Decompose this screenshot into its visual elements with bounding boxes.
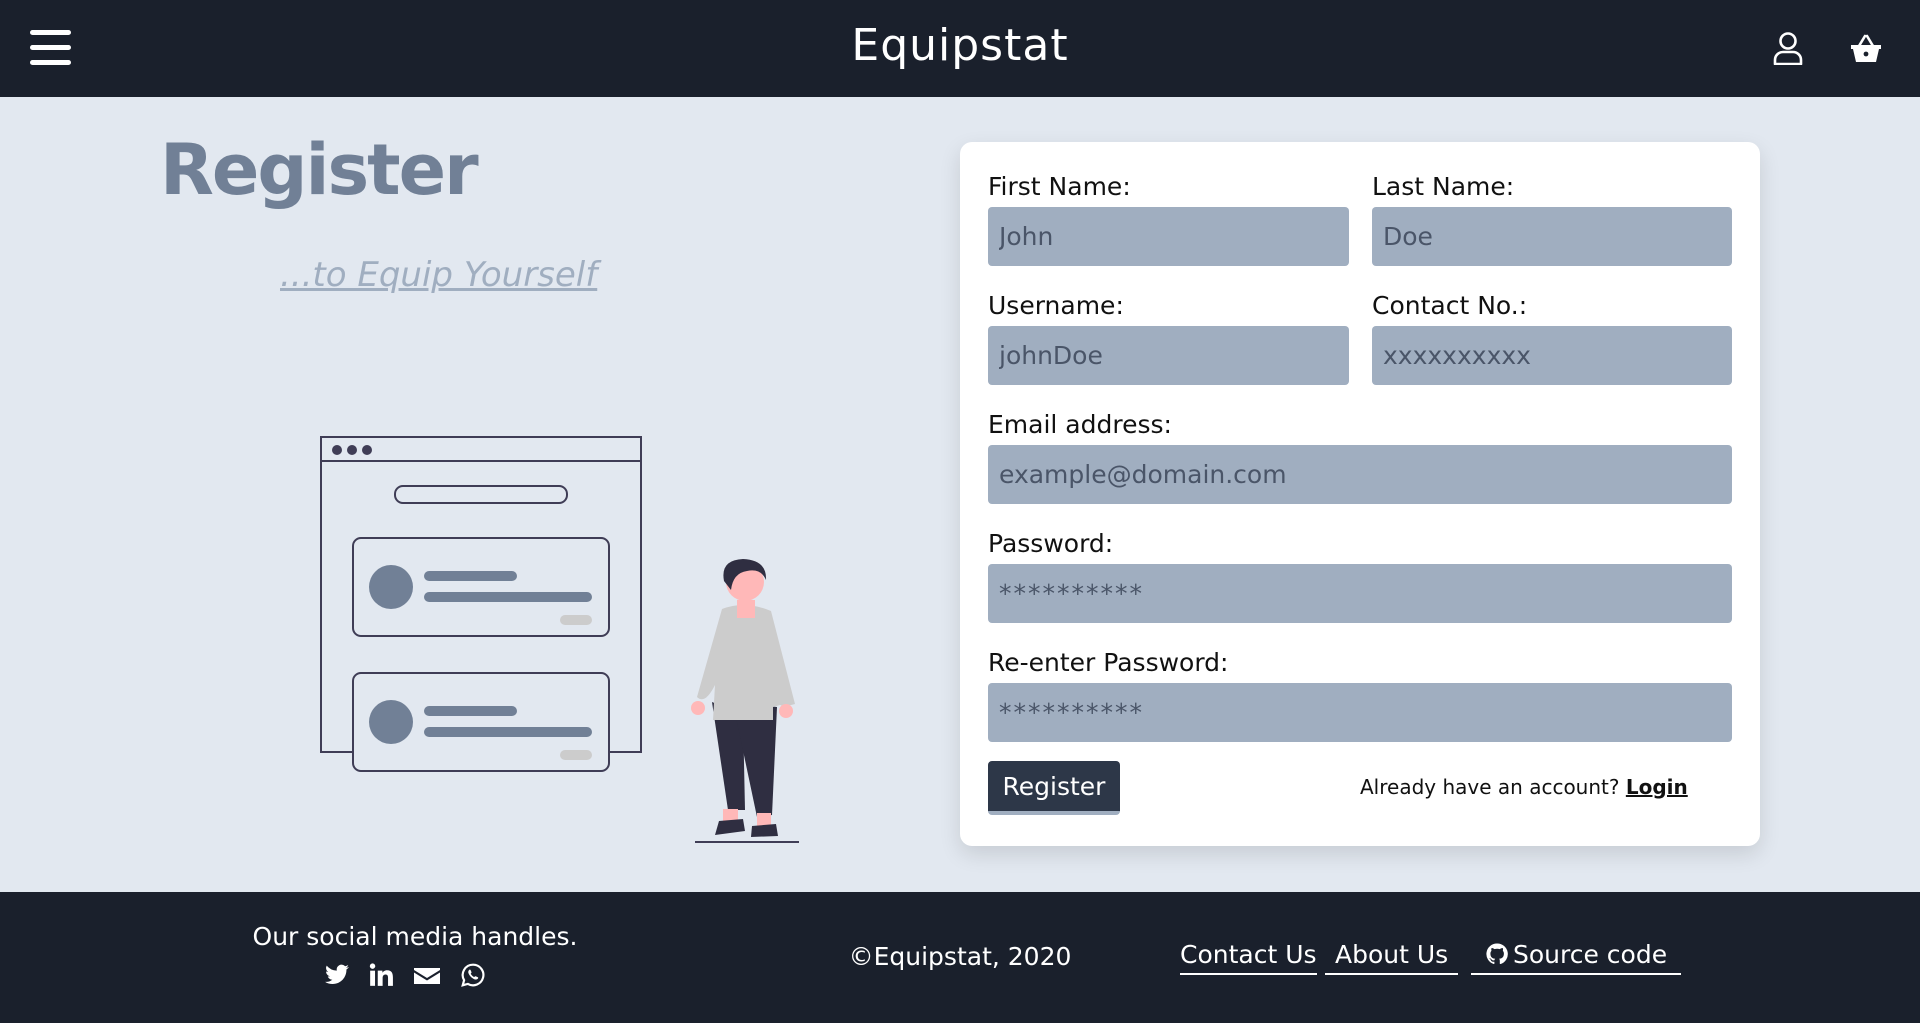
- footer: Our social media handles. ©Equipstat, 20…: [0, 892, 1920, 1023]
- username-input[interactable]: [988, 326, 1349, 385]
- source-code-link[interactable]: Source code: [1471, 940, 1682, 975]
- re-password-label: Re-enter Password:: [988, 648, 1229, 677]
- top-navbar: Equipstat: [0, 0, 1920, 97]
- contact-us-link[interactable]: Contact Us: [1180, 940, 1317, 975]
- last-name-label: Last Name:: [1372, 172, 1515, 201]
- main-content: Register ...to Equip Yourself First Name…: [0, 97, 1920, 892]
- login-prompt-text: Already have an account?: [1360, 775, 1620, 799]
- copyright-text: ©Equipstat, 2020: [848, 942, 1072, 971]
- source-code-label: Source code: [1513, 940, 1668, 969]
- username-label: Username:: [988, 291, 1124, 320]
- whatsapp-icon[interactable]: [460, 962, 486, 988]
- hamburger-menu-icon[interactable]: [30, 30, 72, 66]
- about-us-link[interactable]: About Us: [1325, 940, 1459, 975]
- first-name-input[interactable]: [988, 207, 1349, 266]
- password-input[interactable]: [988, 564, 1732, 623]
- contact-label: Contact No.:: [1372, 291, 1528, 320]
- envelope-icon[interactable]: [413, 962, 441, 988]
- password-label: Password:: [988, 529, 1114, 558]
- first-name-label: First Name:: [988, 172, 1131, 201]
- last-name-input[interactable]: [1372, 207, 1732, 266]
- social-title: Our social media handles.: [252, 922, 578, 951]
- register-button[interactable]: Register: [988, 761, 1120, 815]
- contact-input[interactable]: [1372, 326, 1732, 385]
- register-form-card: First Name: Last Name: Username: Contact…: [960, 142, 1760, 846]
- email-input[interactable]: [988, 445, 1732, 504]
- social-icons: [320, 962, 500, 992]
- user-icon[interactable]: [1772, 31, 1804, 65]
- page-title: Register: [160, 129, 479, 211]
- email-label: Email address:: [988, 410, 1172, 439]
- tagline-link[interactable]: ...to Equip Yourself: [280, 255, 597, 295]
- re-password-input[interactable]: [988, 683, 1732, 742]
- login-prompt: Already have an account? Login: [1360, 775, 1688, 799]
- github-icon: [1486, 943, 1508, 965]
- twitter-icon[interactable]: [324, 962, 350, 988]
- login-link[interactable]: Login: [1626, 775, 1688, 799]
- linkedin-icon[interactable]: [368, 962, 394, 988]
- brand-logo[interactable]: Equipstat: [851, 20, 1068, 71]
- registration-illustration: [320, 436, 799, 843]
- shopping-basket-icon[interactable]: [1850, 31, 1882, 65]
